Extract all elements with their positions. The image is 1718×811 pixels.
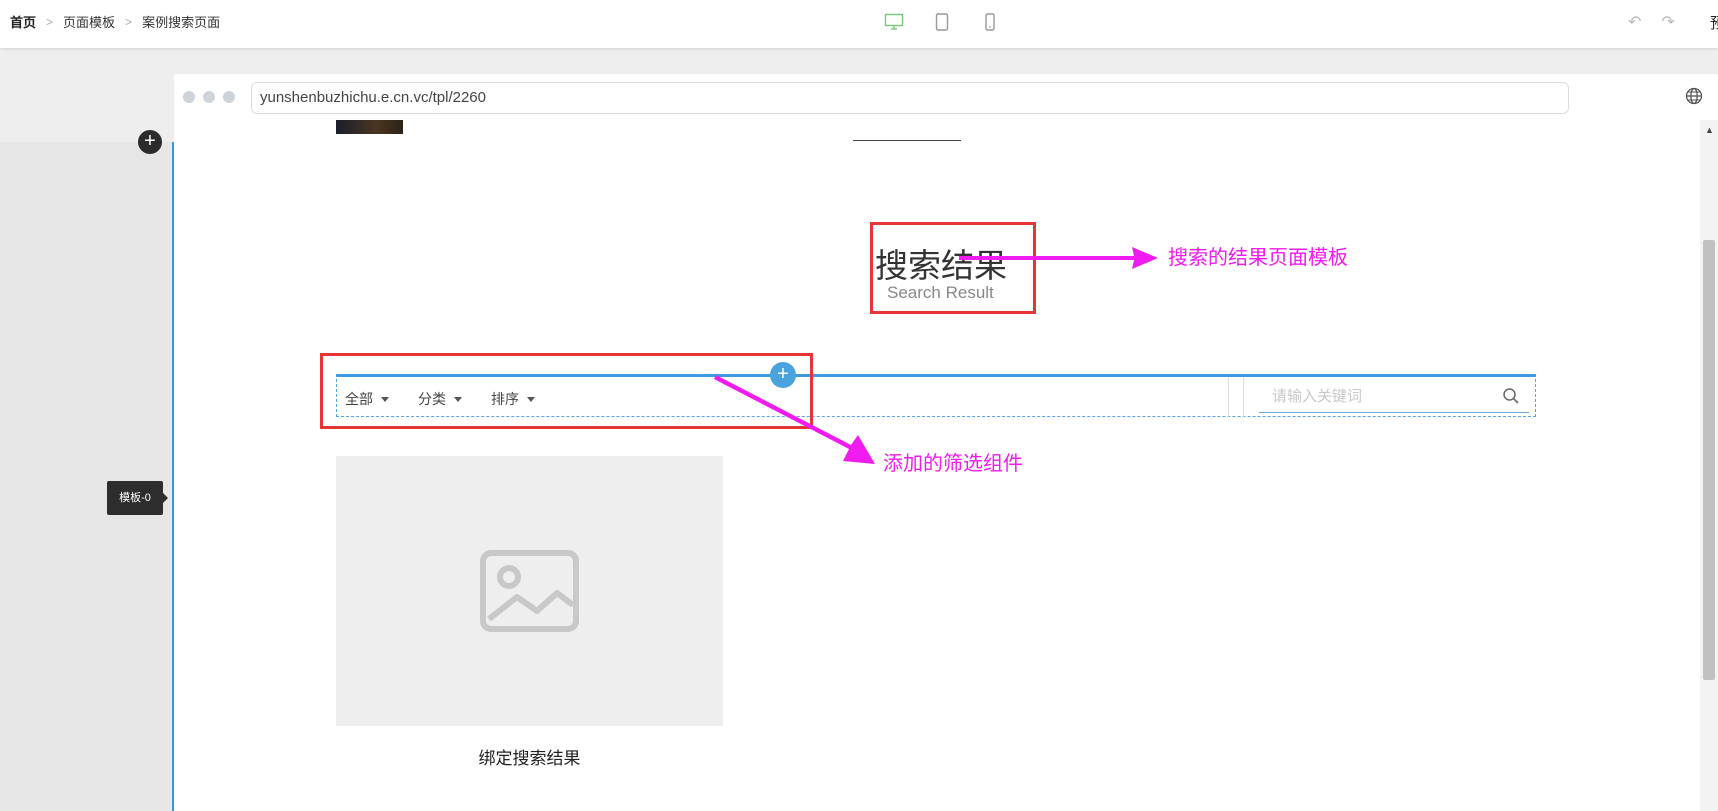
window-controls xyxy=(183,91,235,103)
window-dot xyxy=(183,91,195,103)
preview-button-partial[interactable]: 预 xyxy=(1710,12,1718,33)
tablet-icon xyxy=(935,13,949,31)
keyword-search-input[interactable] xyxy=(1259,381,1529,413)
window-dot xyxy=(223,91,235,103)
result-card-image-placeholder[interactable] xyxy=(336,456,723,726)
breadcrumb-page-templates[interactable]: 页面模板 xyxy=(63,12,115,31)
mobile-view-button[interactable] xyxy=(980,12,1000,32)
page-scrollbar[interactable]: ▲ xyxy=(1700,120,1718,811)
breadcrumb: 首页 > 页面模板 > 案例搜索页面 xyxy=(10,12,220,31)
search-result-title-block[interactable]: 搜索结果 Search Result xyxy=(870,222,1036,314)
breadcrumb-separator: > xyxy=(125,14,133,29)
annotation-note-title: 搜索的结果页面模板 xyxy=(1168,247,1348,269)
add-component-button[interactable]: + xyxy=(770,362,796,388)
divider xyxy=(1228,377,1229,417)
annotation-note-filter: 添加的筛选组件 xyxy=(883,453,1023,475)
image-placeholder-icon xyxy=(480,550,579,632)
address-bar-row: yunshenbuzhichu.e.cn.vc/tpl/2260 xyxy=(174,74,1718,120)
page-subtitle: Search Result xyxy=(887,283,994,302)
breadcrumb-current-page: 案例搜索页面 xyxy=(142,15,221,30)
search-icon[interactable] xyxy=(1502,387,1520,405)
filter-annotation-box xyxy=(320,353,813,429)
undo-redo-group: ↶ ↷ xyxy=(1628,12,1675,32)
globe-icon[interactable] xyxy=(1684,86,1704,106)
divider xyxy=(1243,377,1244,417)
header-divider xyxy=(853,140,961,141)
device-switcher xyxy=(884,12,1000,32)
undo-icon[interactable]: ↶ xyxy=(1628,12,1641,32)
breadcrumb-home[interactable]: 首页 xyxy=(10,12,36,31)
breadcrumb-separator: > xyxy=(46,14,54,29)
page-canvas: 搜索结果 Search Result 全部 分类 排序 请输入关键词 + 绑定搜… xyxy=(174,120,1700,811)
browser-preview-frame: yunshenbuzhichu.e.cn.vc/tpl/2260 ▲ 搜索结果 … xyxy=(174,74,1718,811)
add-section-button[interactable]: + xyxy=(138,130,162,154)
template-tag[interactable]: 模板-0 xyxy=(107,481,168,515)
top-toolbar: 首页 > 页面模板 > 案例搜索页面 ↶ ↷ 预 xyxy=(0,0,1718,48)
result-card-caption: 绑定搜索结果 xyxy=(478,749,581,768)
header-photo xyxy=(336,120,403,134)
url-bar[interactable]: yunshenbuzhichu.e.cn.vc/tpl/2260 xyxy=(251,82,1569,114)
window-dot xyxy=(203,91,215,103)
scrollbar-thumb[interactable] xyxy=(1703,240,1715,680)
tablet-view-button[interactable] xyxy=(932,12,952,32)
scroll-up-arrow-icon[interactable]: ▲ xyxy=(1705,125,1714,135)
page-title: 搜索结果 xyxy=(875,247,1007,284)
redo-icon[interactable]: ↷ xyxy=(1661,12,1674,32)
mobile-icon xyxy=(985,13,995,31)
left-panel xyxy=(0,142,172,811)
desktop-icon xyxy=(884,13,904,30)
desktop-view-button[interactable] xyxy=(884,12,904,32)
